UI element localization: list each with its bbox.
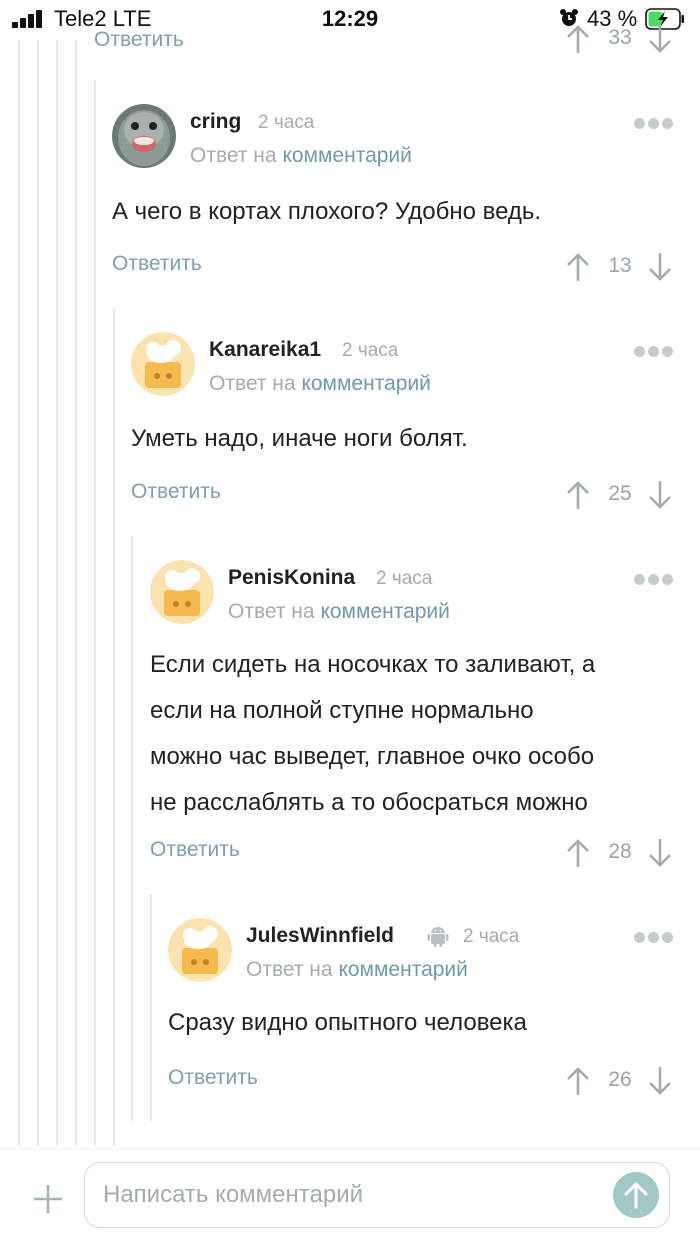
reply-button[interactable]: Ответить: [168, 1066, 258, 1090]
comment-score: 28: [608, 840, 632, 863]
upvote-icon[interactable]: [566, 480, 590, 510]
avatar[interactable]: [168, 918, 232, 982]
comment-text-line: если на полной ступне нормально: [150, 697, 534, 724]
reply-to-line: Ответ на комментарий: [228, 600, 450, 624]
comment-time: 2 часа: [258, 112, 315, 133]
author-name[interactable]: PenisKonina: [228, 566, 355, 590]
comment-composer: [0, 1148, 700, 1246]
comment-time: 2 часа: [463, 926, 520, 947]
upvote-icon[interactable]: [566, 24, 590, 54]
reply-to-line: Ответ на комментарий: [246, 958, 468, 982]
reply-to-line: Ответ на комментарий: [209, 372, 431, 396]
thread-line: [56, 40, 58, 1146]
reply-to-label: Ответ на: [228, 600, 315, 623]
author-name[interactable]: cring: [190, 110, 241, 134]
reply-to-label: Ответ на: [209, 372, 296, 395]
comment-input-wrapper: [84, 1162, 670, 1228]
avatar[interactable]: [112, 104, 176, 168]
parent-comment-link[interactable]: комментарий: [338, 958, 467, 981]
comment-actions: Ответить 13: [112, 252, 680, 286]
comment-score: 33: [608, 26, 632, 49]
avatar[interactable]: [150, 560, 214, 624]
comment-text: Сразу видно опытного человека: [168, 1009, 527, 1036]
comment-text: Если сидеть на носочках то заливают, а е…: [150, 642, 595, 826]
downvote-icon[interactable]: [648, 1066, 672, 1096]
comment: PenisKonina 2 часа Ответ на комментарий …: [150, 560, 680, 830]
comment: JulesWinnfield 2 часа Ответ на комментар…: [168, 918, 680, 1058]
comment-text-line: не расслаблять а то обосраться можно: [150, 789, 588, 816]
thread-line: [94, 80, 96, 1146]
comment-input[interactable]: [101, 1163, 595, 1227]
comment-time: 2 часа: [342, 340, 399, 361]
comment-score: 13: [608, 254, 632, 277]
reply-button[interactable]: Ответить: [131, 480, 221, 504]
more-options-icon[interactable]: [634, 118, 674, 130]
comment-text-line: можно час выведет, главное очко особо: [150, 743, 595, 770]
more-options-icon[interactable]: [634, 346, 674, 358]
thread-line: [75, 40, 77, 1146]
comment-actions: Ответить 25: [131, 480, 680, 514]
arrow-up-icon: [624, 1182, 648, 1209]
reply-button[interactable]: Ответить: [112, 252, 202, 276]
author-name[interactable]: Kanareika1: [209, 338, 321, 362]
thread-line: [18, 40, 20, 1146]
author-name[interactable]: JulesWinnfield: [246, 924, 394, 948]
comment-time: 2 часа: [376, 568, 433, 589]
thread-line: [113, 308, 115, 1146]
reply-button[interactable]: Ответить: [94, 28, 184, 52]
downvote-icon[interactable]: [648, 838, 672, 868]
comment-text: А чего в кортах плохого? Удобно ведь.: [112, 198, 542, 225]
downvote-icon[interactable]: [648, 252, 672, 282]
downvote-icon[interactable]: [648, 480, 672, 510]
send-button[interactable]: [613, 1172, 659, 1218]
upvote-icon[interactable]: [566, 838, 590, 868]
comment-score: 26: [608, 1068, 632, 1091]
downvote-icon[interactable]: [648, 24, 672, 54]
thread-line: [37, 40, 39, 1146]
attach-plus-icon[interactable]: [30, 1181, 66, 1217]
parent-comment-link[interactable]: комментарий: [320, 600, 449, 623]
more-options-icon[interactable]: [634, 574, 674, 586]
parent-comment-link[interactable]: комментарий: [301, 372, 430, 395]
comment-actions: Ответить 26: [168, 1066, 680, 1100]
comment-text: Уметь надо, иначе ноги болят.: [131, 425, 468, 452]
partial-comment-actions: Ответить 33: [94, 22, 680, 56]
more-options-icon[interactable]: [634, 932, 674, 944]
parent-comment-link[interactable]: комментарий: [282, 144, 411, 167]
reply-to-label: Ответ на: [246, 958, 333, 981]
reply-to-line: Ответ на комментарий: [190, 144, 412, 168]
comment-text-line: Если сидеть на носочках то заливают, а: [150, 651, 596, 678]
thread-line: [150, 894, 152, 1121]
comment-score: 25: [608, 482, 632, 505]
reply-to-label: Ответ на: [190, 144, 277, 167]
thread-line: [131, 536, 133, 1121]
comment: Kanareika1 2 часа Ответ на комментарий У…: [131, 332, 680, 482]
android-icon: [427, 927, 449, 947]
reply-button[interactable]: Ответить: [150, 838, 240, 862]
upvote-icon[interactable]: [566, 252, 590, 282]
upvote-icon[interactable]: [566, 1066, 590, 1096]
comment-actions: Ответить 28: [150, 838, 680, 872]
avatar[interactable]: [131, 332, 195, 396]
